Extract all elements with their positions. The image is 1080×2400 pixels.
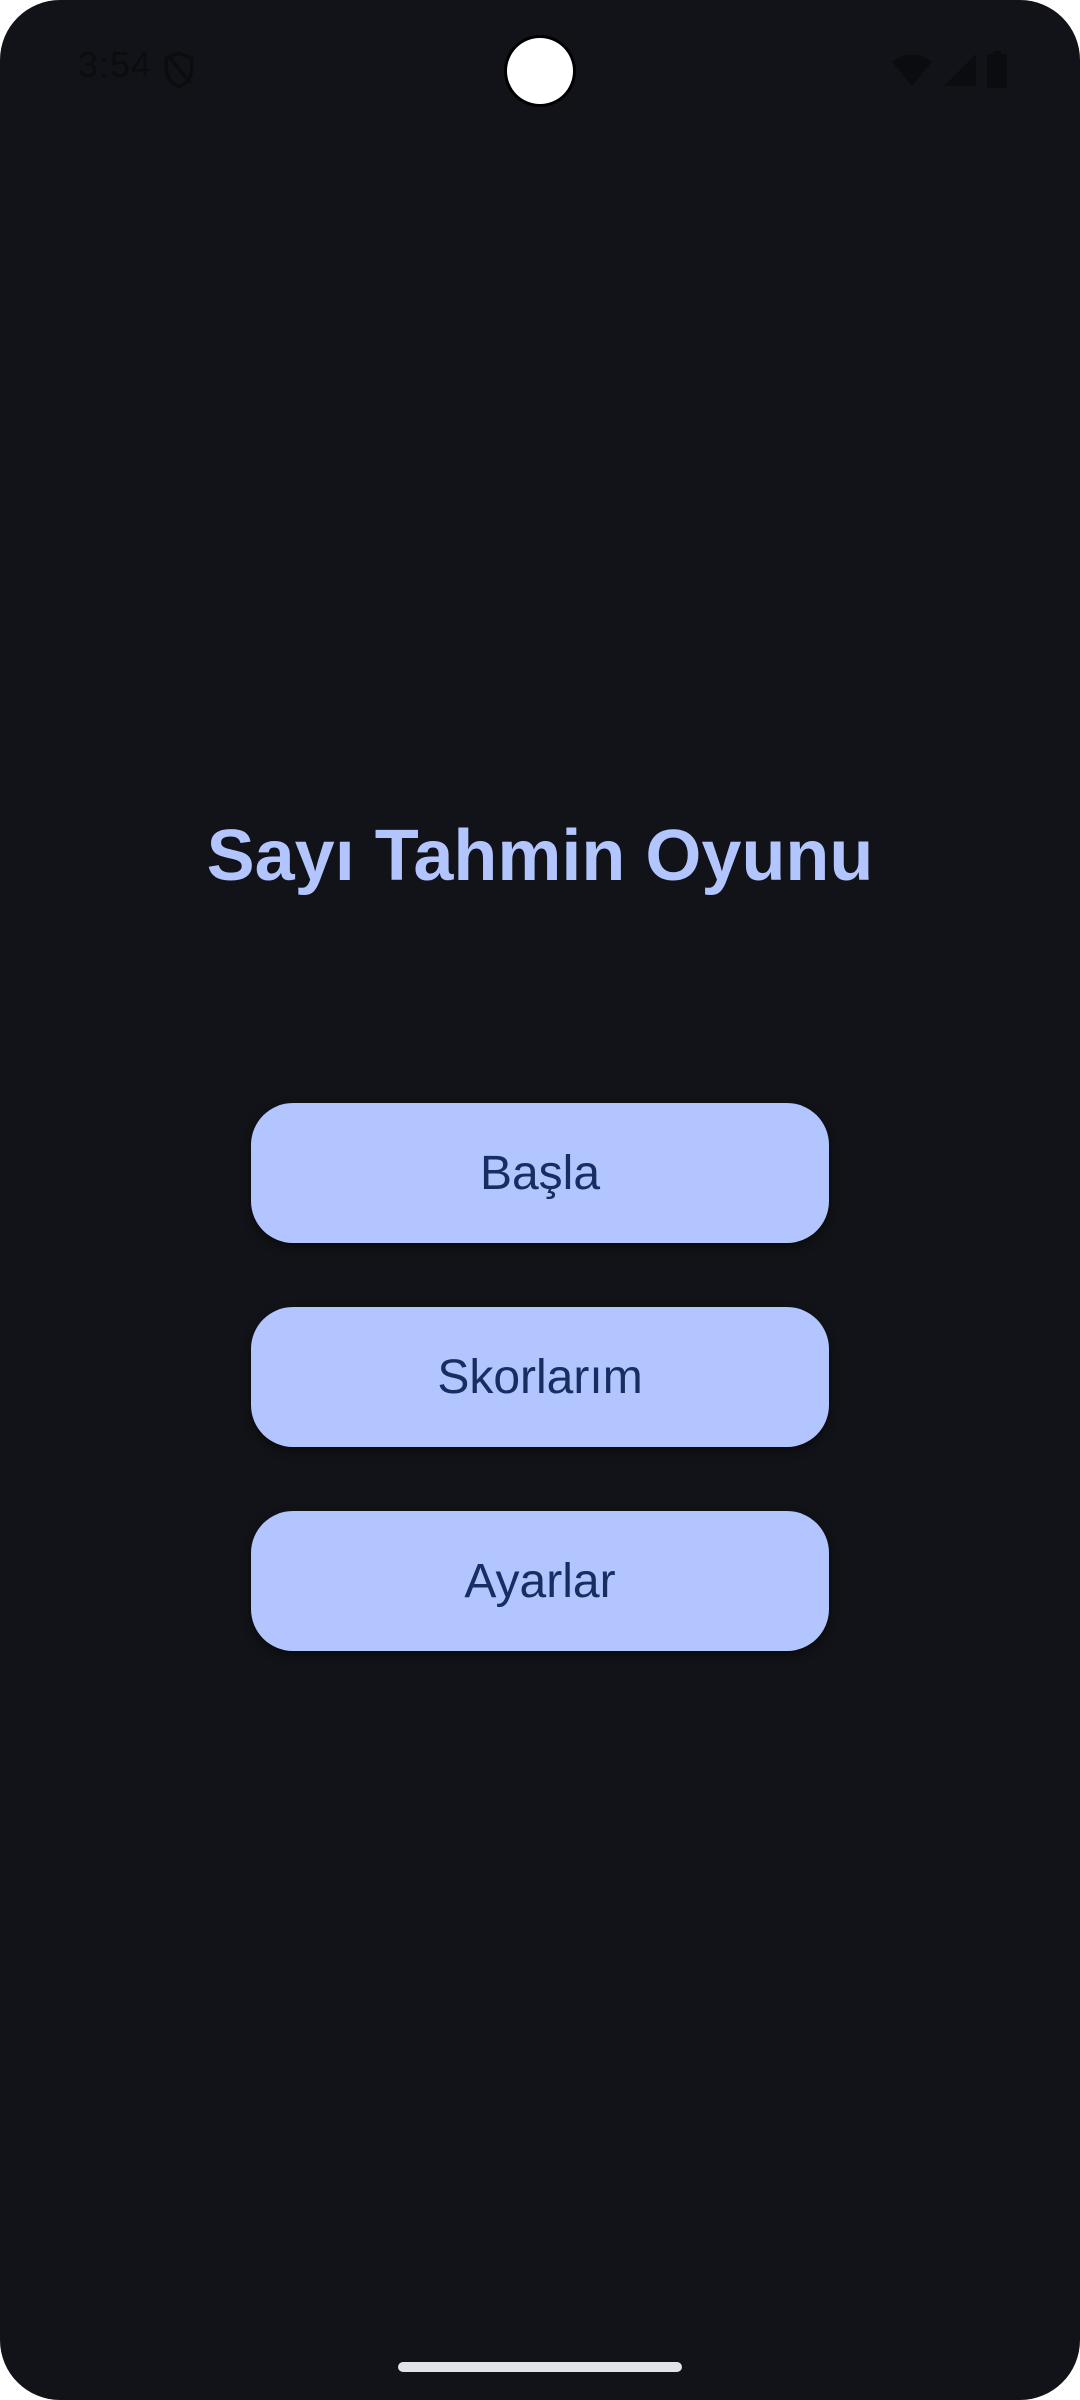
page-title: Sayı Tahmin Oyunu [206,816,874,896]
app-screen: 3:54 Sayı Tahmin Oyunu Başla Skorlarım A… [0,0,1080,2400]
cellular-signal-icon [944,54,976,86]
status-icons [890,50,1008,90]
start-button[interactable]: Başla [251,1103,829,1243]
settings-button[interactable]: Ayarlar [251,1511,829,1651]
wifi-icon [892,54,932,86]
scores-button[interactable]: Skorlarım [251,1307,829,1447]
status-time: 3:54 [78,44,153,85]
shield-icon [164,51,194,89]
battery-icon [987,51,1007,88]
home-indicator[interactable] [398,2362,682,2372]
camera-cutout [507,38,573,104]
status-bar: 3:54 [0,0,1080,140]
